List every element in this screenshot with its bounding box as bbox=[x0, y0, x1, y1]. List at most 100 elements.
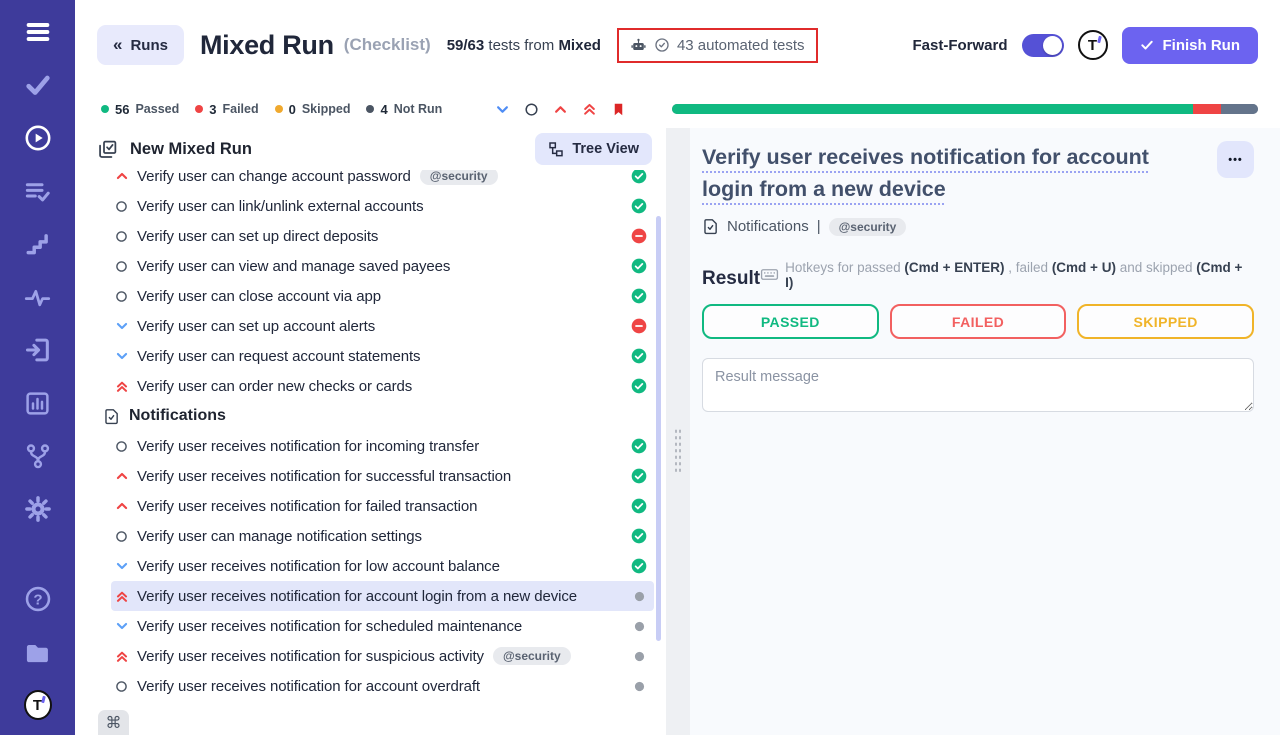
help-circle-icon[interactable]: ? bbox=[24, 585, 52, 613]
panel-resize-handle[interactable] bbox=[666, 128, 690, 735]
result-header: Result Hotkeys for passed (Cmd + ENTER) … bbox=[702, 260, 1254, 291]
section-label: Notifications bbox=[129, 407, 226, 425]
test-title[interactable]: Verify user receives notification for ac… bbox=[702, 141, 1203, 206]
hotkey-segment: , failed bbox=[1005, 260, 1052, 275]
status-passed-icon bbox=[630, 528, 648, 544]
breadcrumb[interactable]: Notifications bbox=[727, 218, 809, 235]
list-scrollbar[interactable] bbox=[656, 216, 661, 641]
gear-icon[interactable] bbox=[24, 495, 52, 523]
test-row[interactable]: Verify user receives notification for in… bbox=[111, 431, 654, 461]
test-row[interactable]: Verify user can set up account alerts bbox=[111, 311, 654, 341]
run-progress-bar bbox=[672, 104, 1258, 114]
status-notrun-icon bbox=[630, 651, 648, 662]
double-chevron-up-icon bbox=[115, 379, 137, 394]
chevron-down-icon bbox=[115, 559, 137, 573]
tag-badge[interactable]: @security bbox=[829, 218, 907, 236]
passed-button[interactable]: PASSED bbox=[702, 304, 879, 339]
skipped-button[interactable]: SKIPPED bbox=[1077, 304, 1254, 339]
test-title: Verify user can view and manage saved pa… bbox=[137, 258, 450, 275]
svg-text:?: ? bbox=[33, 591, 42, 608]
back-to-runs-label: Runs bbox=[130, 37, 168, 54]
brand-logo-icon[interactable]: T bbox=[1078, 30, 1108, 60]
command-key-button[interactable]: ⌘ bbox=[98, 710, 129, 735]
test-title: Verify user can link/unlink external acc… bbox=[137, 198, 423, 215]
status-notrun-icon bbox=[630, 621, 648, 632]
circle-icon bbox=[115, 680, 137, 693]
section-header[interactable]: Notifications bbox=[103, 401, 666, 431]
test-row[interactable]: Verify user can link/unlink external acc… bbox=[111, 191, 654, 221]
chevron-down-icon[interactable] bbox=[494, 101, 510, 117]
double-chevron-up-icon[interactable] bbox=[581, 101, 597, 117]
tree-view-button[interactable]: Tree View bbox=[535, 133, 652, 165]
finish-run-button[interactable]: Finish Run bbox=[1122, 27, 1259, 64]
more-options-button[interactable]: ••• bbox=[1217, 141, 1254, 178]
check-circle-icon bbox=[654, 37, 670, 53]
test-row[interactable]: Verify user receives notification for sc… bbox=[111, 611, 654, 641]
test-detail-panel: Verify user receives notification for ac… bbox=[690, 128, 1280, 735]
test-row[interactable]: Verify user can order new checks or card… bbox=[111, 371, 654, 401]
circle-icon bbox=[115, 230, 137, 243]
automated-tests-badge[interactable]: 43 automated tests bbox=[617, 28, 818, 63]
status-dot bbox=[366, 105, 374, 113]
test-row[interactable]: Verify user can view and manage saved pa… bbox=[111, 251, 654, 281]
run-title: Mixed Run bbox=[200, 30, 334, 61]
circle-icon bbox=[115, 530, 137, 543]
test-title: Verify user can set up account alerts bbox=[137, 318, 375, 335]
bar-chart-icon[interactable] bbox=[24, 389, 52, 417]
test-row[interactable]: Verify user can change account password@… bbox=[111, 170, 654, 191]
legend-item-skipped[interactable]: 0Skipped bbox=[275, 102, 351, 117]
main-area: « Runs Mixed Run (Checklist) 59/63 tests… bbox=[75, 0, 1280, 735]
status-passed-icon bbox=[630, 198, 648, 214]
menu-icon[interactable] bbox=[24, 18, 52, 46]
test-title: Verify user receives notification for sc… bbox=[137, 618, 522, 635]
circle-icon[interactable] bbox=[523, 101, 539, 117]
hotkeys-hint: Hotkeys for passed (Cmd + ENTER) , faile… bbox=[760, 260, 1254, 290]
test-row[interactable]: Verify user can request account statemen… bbox=[111, 341, 654, 371]
toggle-knob bbox=[1043, 36, 1062, 55]
test-title: Verify user can request account statemen… bbox=[137, 348, 420, 365]
test-row[interactable]: Verify user receives notification for ac… bbox=[111, 581, 654, 611]
tests-count: 59/63 tests from Mixed bbox=[447, 37, 601, 54]
test-row[interactable]: Verify user receives notification for fa… bbox=[111, 491, 654, 521]
fast-forward-toggle[interactable] bbox=[1022, 34, 1064, 57]
stairs-icon[interactable] bbox=[24, 230, 52, 258]
test-row[interactable]: Verify user can set up direct deposits bbox=[111, 221, 654, 251]
legend-label: Passed bbox=[135, 102, 179, 116]
test-row[interactable]: Verify user can close account via app bbox=[111, 281, 654, 311]
test-row[interactable]: Verify user receives notification for su… bbox=[111, 641, 654, 671]
document-icon bbox=[702, 218, 719, 235]
back-to-runs-button[interactable]: « Runs bbox=[97, 25, 184, 65]
check-icon[interactable] bbox=[24, 71, 52, 99]
activity-icon[interactable] bbox=[24, 283, 52, 311]
test-title: Verify user receives notification for su… bbox=[137, 468, 511, 485]
progress-segment-notrun bbox=[1221, 104, 1258, 114]
login-icon[interactable] bbox=[24, 336, 52, 364]
git-branch-icon[interactable] bbox=[24, 442, 52, 470]
legend-count: 0 bbox=[289, 102, 296, 117]
test-meta: Notifications | @security bbox=[702, 218, 1254, 236]
failed-button[interactable]: FAILED bbox=[890, 304, 1067, 339]
circle-icon bbox=[115, 290, 137, 303]
play-circle-icon[interactable] bbox=[24, 124, 52, 152]
test-row[interactable]: Verify user receives notification for lo… bbox=[111, 551, 654, 581]
app-window: ? T « Runs Mixed Run (Checklist) 59/63 te… bbox=[0, 0, 1280, 735]
folder-icon[interactable] bbox=[24, 638, 52, 666]
logo-icon[interactable]: T bbox=[24, 691, 52, 719]
test-title: Verify user can set up direct deposits bbox=[137, 228, 378, 245]
bookmark-icon[interactable] bbox=[610, 101, 626, 117]
legend-item-failed[interactable]: 3Failed bbox=[195, 102, 258, 117]
result-message-input[interactable] bbox=[702, 358, 1254, 412]
legend-count: 4 bbox=[380, 102, 387, 117]
legend-item-not-run[interactable]: 4Not Run bbox=[366, 102, 442, 117]
legend-item-passed[interactable]: 56Passed bbox=[101, 102, 179, 117]
run-panel-title: New Mixed Run bbox=[130, 140, 252, 159]
chevron-up-icon[interactable] bbox=[552, 101, 568, 117]
status-passed-icon bbox=[630, 288, 648, 304]
test-row[interactable]: Verify user can manage notification sett… bbox=[111, 521, 654, 551]
status-notrun-icon bbox=[630, 681, 648, 692]
list-header: New Mixed Run Tree View bbox=[75, 128, 666, 170]
test-row[interactable]: Verify user receives notification for su… bbox=[111, 461, 654, 491]
test-row[interactable]: Verify user receives notification for ac… bbox=[111, 671, 654, 701]
list-check-icon[interactable] bbox=[24, 177, 52, 205]
filter-icons bbox=[494, 101, 626, 117]
